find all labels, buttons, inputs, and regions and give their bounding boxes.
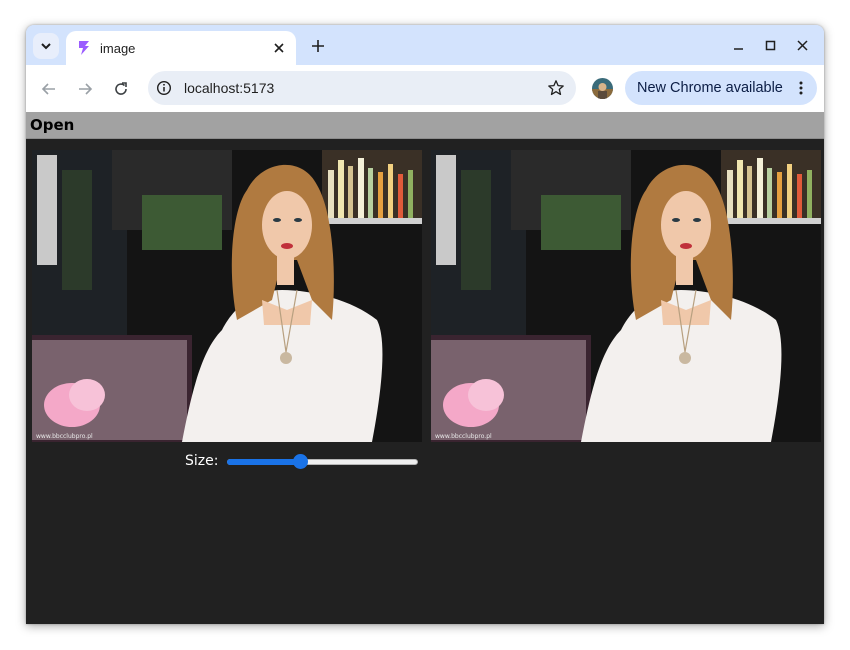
maximize-icon: [765, 40, 775, 50]
tab-strip: image: [26, 25, 824, 65]
photo-woman-bar: www.bbcclubpro.pl: [431, 150, 821, 442]
profile-avatar[interactable]: [592, 78, 613, 99]
image-watermark: www.bbcclubpro.pl: [435, 433, 492, 440]
photo-woman-bar: www.bbcclubpro.pl: [32, 150, 422, 442]
page-content: Open www.bbcclubpro.pl www.bbcclubpro.pl…: [26, 112, 824, 624]
arrow-right-icon: [79, 83, 93, 95]
image-watermark: www.bbcclubpro.pl: [36, 433, 93, 440]
app-menubar: Open: [26, 112, 824, 139]
forward-button[interactable]: [71, 75, 99, 103]
tab-active[interactable]: image: [66, 31, 296, 65]
slider-thumb[interactable]: [293, 454, 309, 469]
maximize-button[interactable]: [754, 33, 786, 57]
window-controls: [722, 33, 818, 57]
url-text[interactable]: localhost:5173: [184, 80, 542, 96]
arrow-left-icon: [41, 83, 55, 95]
close-icon: [274, 43, 284, 53]
tab-title: image: [100, 40, 136, 56]
tab-close-button[interactable]: [268, 37, 290, 59]
browser-toolbar: localhost:5173 New Chrome available: [26, 65, 824, 112]
kebab-menu-icon[interactable]: [791, 76, 811, 100]
new-chrome-available-button[interactable]: New Chrome available: [625, 71, 817, 105]
browser-window: image localhost:5173 New Chrome availabl…: [26, 25, 824, 624]
close-window-button[interactable]: [786, 33, 818, 57]
size-control: Size:: [185, 453, 419, 469]
address-bar[interactable]: localhost:5173: [148, 71, 576, 105]
processed-image: www.bbcclubpro.pl: [431, 150, 821, 442]
site-info-icon[interactable]: [153, 77, 175, 99]
open-button[interactable]: Open: [30, 116, 74, 134]
minimize-button[interactable]: [722, 33, 754, 57]
size-slider[interactable]: [227, 453, 419, 469]
original-image: www.bbcclubpro.pl: [32, 150, 422, 442]
minimize-icon: [733, 47, 743, 50]
tab-search-button[interactable]: [33, 33, 59, 59]
new-tab-button[interactable]: [306, 34, 330, 58]
back-button[interactable]: [35, 75, 63, 103]
vite-bolt-icon: [79, 41, 89, 55]
reload-icon: [115, 82, 127, 95]
close-icon: [796, 39, 808, 51]
bookmark-star-icon[interactable]: [542, 74, 570, 102]
slider-fill: [227, 459, 301, 465]
chevron-down-icon: [41, 43, 51, 50]
size-label: Size:: [185, 453, 219, 469]
plus-icon: [312, 40, 324, 52]
update-chip-label: New Chrome available: [637, 80, 783, 96]
reload-button[interactable]: [107, 75, 135, 103]
